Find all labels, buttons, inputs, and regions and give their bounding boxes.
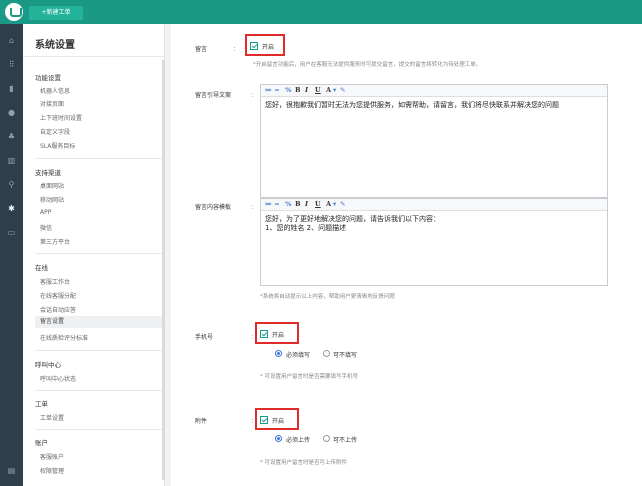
- guide-text-editor[interactable]: ≔ ═ % B I U A ▾ ✎ 您好，很抱歉我们暂时无法为您提供服务，如需帮…: [260, 84, 608, 198]
- attachment-checkbox-label: 开启: [272, 418, 285, 425]
- sidebar-item-mobile-site[interactable]: 移动网站: [40, 195, 64, 204]
- bold-button[interactable]: B: [295, 86, 301, 94]
- sidebar-item-auto-reply[interactable]: 会话自动应答: [40, 305, 76, 314]
- eraser-icon[interactable]: ✎: [340, 86, 345, 94]
- person-icon[interactable]: ●: [0, 106, 23, 120]
- template-label: 留言内容模板: [195, 204, 232, 211]
- attachment-required-label: 必须上传: [286, 437, 311, 444]
- sidebar-divider: [35, 429, 163, 430]
- message-icon[interactable]: ▤: [0, 464, 23, 478]
- new-ticket-button[interactable]: +新建工单: [29, 6, 83, 20]
- phone-required-label: 必须填写: [286, 352, 311, 359]
- sidebar-item-online-assign[interactable]: 在线客服分配: [40, 291, 76, 300]
- chevron-down-icon[interactable]: ▾: [333, 86, 336, 94]
- bold-button[interactable]: B: [295, 200, 301, 208]
- underline-button[interactable]: U: [315, 86, 321, 94]
- phone-checkbox-label: 开启: [272, 332, 285, 339]
- attachment-required-radio[interactable]: [275, 435, 282, 442]
- grid-icon[interactable]: ⠿: [0, 58, 23, 72]
- font-color-button[interactable]: A: [326, 86, 331, 94]
- phone-optional-label: 可不填写: [333, 352, 358, 359]
- attachment-optional-label: 可不上传: [333, 437, 358, 444]
- leave-message-hint: *开启留言功能后，用户在客服无法提供服务时可提交留言，提交的留言将转化为待处理工…: [253, 62, 482, 68]
- sidebar-item-call-center-status[interactable]: 呼叫中心状态: [40, 374, 76, 383]
- chat-icon[interactable]: ▭: [0, 226, 23, 240]
- guide-text-content: 您好，很抱歉我们暂时无法为您提供服务，如需帮助，请留言，我们将尽快联系并解决您的…: [265, 101, 559, 109]
- numbered-list-icon[interactable]: ═: [275, 200, 279, 208]
- leave-message-checkbox-label: 开启: [262, 44, 275, 51]
- section-online: 在线: [35, 264, 48, 272]
- label-colon: ：: [251, 204, 258, 211]
- phone-required-radio[interactable]: [275, 350, 282, 357]
- sidebar-item-work-hours[interactable]: 上下班时间设置: [40, 113, 82, 122]
- top-bar: +新建工单: [0, 0, 642, 24]
- template-content: 您好，为了更好地解决您的问题，请告诉我们以下内容： 1、您的姓名 2、问题描述: [265, 215, 440, 232]
- attachment-checkbox[interactable]: [260, 416, 268, 424]
- bullet-list-icon[interactable]: ≔: [265, 86, 272, 94]
- italic-button[interactable]: I: [305, 86, 308, 94]
- sidebar-divider: [35, 253, 163, 254]
- sidebar-item-app[interactable]: APP: [40, 209, 51, 216]
- section-ticket: 工单: [35, 400, 48, 408]
- search-icon[interactable]: ⚲: [0, 178, 23, 192]
- attachment-optional-radio[interactable]: [323, 435, 330, 442]
- sidebar-item-custom-fields[interactable]: 自定义字段: [40, 127, 70, 136]
- chevron-down-icon[interactable]: ▾: [333, 200, 336, 208]
- sidebar-item-third-party[interactable]: 第三方平台: [40, 237, 70, 246]
- eraser-icon[interactable]: ✎: [340, 200, 345, 208]
- sidebar-item-leave-message[interactable]: 留言设置: [35, 316, 166, 328]
- sidebar-item-ticket-settings[interactable]: 工单设置: [40, 413, 64, 422]
- people-icon[interactable]: ♣: [0, 130, 23, 144]
- sidebar-divider: [35, 350, 163, 351]
- phone-hint: * 可设置用户留言时是否需要填写手机号: [260, 374, 358, 380]
- leave-message-label: 留言: [195, 46, 208, 53]
- sidebar-item-bot-info[interactable]: 机器人信息: [40, 86, 70, 95]
- sidebar-title-divider: [23, 56, 164, 57]
- section-call-center: 呼叫中心: [35, 361, 61, 369]
- sidebar-scrollbar[interactable]: [162, 60, 165, 480]
- app-logo-icon[interactable]: [5, 3, 23, 21]
- chart-icon[interactable]: ▥: [0, 154, 23, 168]
- attachment-hint: * 可设置用户留言时是否可上传附件: [260, 460, 347, 466]
- sidebar-item-permissions[interactable]: 权限管理: [40, 466, 64, 475]
- label-colon: ：: [251, 92, 258, 99]
- main-content: 留言 ： 开启 *开启留言功能后，用户在客服无法提供服务时可提交留言，提交的留言…: [171, 24, 642, 486]
- sidebar-divider: [35, 390, 163, 391]
- editor-toolbar: ≔ ═ % B I U A ▾ ✎: [261, 85, 607, 97]
- link-icon[interactable]: %: [285, 200, 292, 208]
- gear-icon[interactable]: ✱: [0, 202, 23, 216]
- editor-toolbar: ≔ ═ % B I U A ▾ ✎: [261, 199, 607, 211]
- sidebar-item-sla[interactable]: SLA服务目标: [40, 141, 75, 150]
- section-account: 账户: [35, 439, 48, 447]
- sidebar-item-wechat[interactable]: 微信: [40, 223, 52, 232]
- icon-rail: ⌂ ⠿ ▮ ● ♣ ▥ ⚲ ✱ ▭ ▤: [0, 24, 23, 486]
- sidebar-item-agent-workspace[interactable]: 客服工作台: [40, 277, 70, 286]
- section-feature-settings: 功能设置: [35, 74, 61, 82]
- home-icon[interactable]: ⌂: [0, 34, 23, 48]
- settings-sidebar: 系统设置 功能设置 机器人信息 对接页面 上下班时间设置 自定义字段 SLA服务…: [23, 24, 166, 486]
- section-support-channels: 支持渠道: [35, 169, 61, 177]
- sidebar-item-agent-accounts[interactable]: 客服账户: [40, 452, 64, 461]
- guide-text-label: 留言引导文案: [195, 92, 232, 99]
- sidebar-title: 系统设置: [35, 40, 75, 51]
- underline-button[interactable]: U: [315, 200, 321, 208]
- label-colon: ：: [233, 46, 240, 53]
- book-icon[interactable]: ▮: [0, 82, 23, 96]
- leave-message-checkbox[interactable]: [250, 42, 258, 50]
- phone-optional-radio[interactable]: [323, 350, 330, 357]
- font-color-button[interactable]: A: [326, 200, 331, 208]
- sidebar-divider: [35, 158, 163, 159]
- link-icon[interactable]: %: [285, 86, 292, 94]
- bullet-list-icon[interactable]: ≔: [265, 200, 272, 208]
- numbered-list-icon[interactable]: ═: [275, 86, 279, 94]
- phone-label: 手机号: [195, 334, 214, 341]
- template-hint: *系统将自动提示以上内容，帮助用户更清晰地反馈问题: [260, 294, 395, 300]
- template-editor[interactable]: ≔ ═ % B I U A ▾ ✎ 您好，为了更好地解决您的问题，请告诉我们以下…: [260, 198, 608, 286]
- attachment-label: 附件: [195, 418, 208, 425]
- italic-button[interactable]: I: [305, 200, 308, 208]
- sidebar-item-integration-page[interactable]: 对接页面: [40, 99, 64, 108]
- sidebar-item-desktop-site[interactable]: 桌面网站: [40, 181, 64, 190]
- sidebar-item-quality-standard[interactable]: 在线质检评分标准: [40, 333, 88, 342]
- phone-checkbox[interactable]: [260, 330, 268, 338]
